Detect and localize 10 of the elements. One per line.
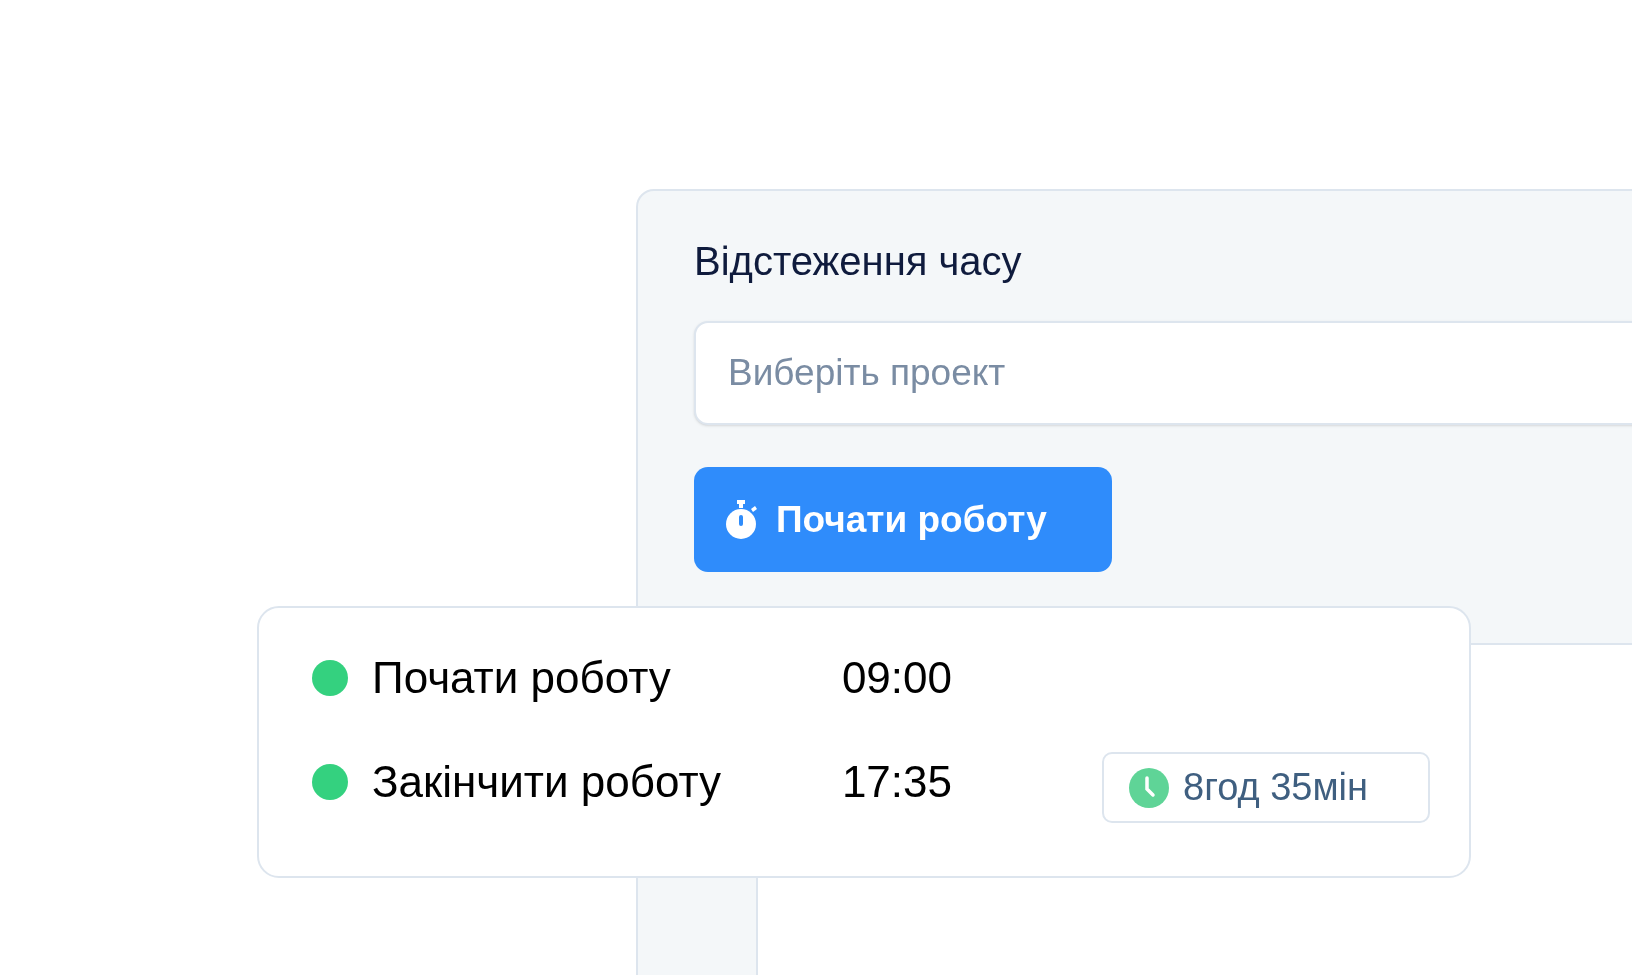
start-work-button[interactable]: Почати роботу <box>694 467 1112 572</box>
entry-label: Закінчити роботу <box>372 756 723 808</box>
stopwatch-icon <box>724 499 758 540</box>
total-duration-badge: 8год 35мін <box>1102 752 1430 823</box>
project-field[interactable]: Виберіть проект <box>694 321 1632 425</box>
entry-time: 17:35 <box>840 756 952 808</box>
clock-icon <box>1129 767 1169 808</box>
panel-title: Відстеження часу <box>694 241 1023 281</box>
entry-time: 09:00 <box>840 652 952 704</box>
entry-label: Почати роботу <box>372 652 672 704</box>
